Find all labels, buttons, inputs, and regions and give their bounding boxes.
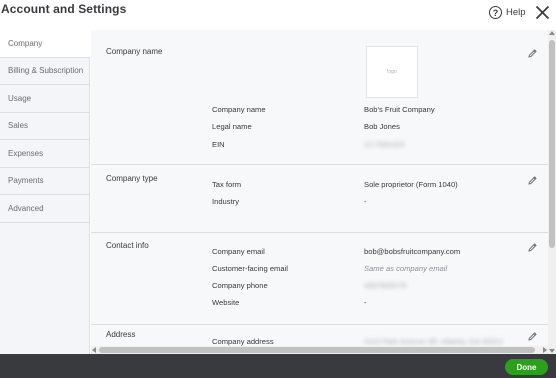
done-button[interactable]: Done — [505, 359, 548, 375]
website-label: Website — [212, 298, 240, 307]
help-icon: ? — [489, 6, 502, 19]
legal-name-value: Bob Jones — [364, 122, 400, 131]
company-email-value: bob@bobsfruitcompany.com — [364, 247, 461, 256]
help-button[interactable]: ? Help — [489, 6, 526, 19]
section-title: Company type — [106, 174, 158, 183]
sidebar: Company Billing & Subscription Usage Sal… — [0, 30, 90, 354]
sidebar-item-advanced[interactable]: Advanced — [0, 195, 89, 223]
vertical-scroll-thumb[interactable] — [549, 40, 555, 248]
sidebar-item-billing-subscription[interactable]: Billing & Subscription — [0, 58, 89, 85]
company-address-label: Company address — [212, 337, 274, 346]
company-address-value: 4110 Park Avenue SE, Atlanta, GA 30312 — [364, 337, 504, 346]
address-section[interactable]: Address Company address 4110 Park Avenue… — [91, 325, 548, 346]
tax-form-value: Sole proprietor (Form 1040) — [364, 180, 458, 189]
company-name-section[interactable]: Company name logo Company name Bob's Fru… — [91, 30, 548, 165]
website-value: - — [364, 298, 367, 307]
header: Account and Settings ? Help — [0, 0, 556, 30]
footer-bar: Done — [0, 354, 556, 378]
legal-name-label: Legal name — [212, 122, 252, 131]
sidebar-item-company[interactable]: Company — [0, 30, 90, 58]
close-icon[interactable] — [535, 5, 550, 20]
vertical-scrollbar[interactable] — [548, 30, 556, 354]
edit-pencil-icon[interactable] — [527, 175, 538, 186]
sidebar-item-payments[interactable]: Payments — [0, 168, 89, 195]
sidebar-item-expenses[interactable]: Expenses — [0, 140, 89, 168]
horizontal-scrollbar[interactable] — [91, 346, 548, 354]
logo-placeholder-text: logo — [387, 69, 397, 75]
section-title: Contact info — [106, 241, 149, 250]
sidebar-item-usage[interactable]: Usage — [0, 85, 89, 113]
horizontal-scroll-thumb[interactable] — [99, 347, 535, 353]
sidebar-item-sales[interactable]: Sales — [0, 113, 89, 140]
scroll-left-arrow-icon[interactable] — [92, 347, 96, 353]
help-label: Help — [506, 7, 526, 18]
company-logo-placeholder[interactable]: logo — [366, 46, 418, 98]
company-type-section[interactable]: Company type Tax form Sole proprietor (F… — [91, 165, 548, 233]
company-phone-label: Company phone — [212, 281, 268, 290]
company-email-label: Company email — [212, 247, 265, 256]
edit-pencil-icon[interactable] — [527, 48, 538, 59]
ein-value: 12-7581424 — [364, 140, 405, 149]
company-phone-value: 4567845279 — [364, 281, 407, 290]
section-title: Address — [106, 330, 136, 339]
company-name-value: Bob's Fruit Company — [364, 105, 435, 114]
tax-form-label: Tax form — [212, 180, 242, 189]
scroll-right-arrow-icon[interactable] — [543, 347, 547, 353]
company-name-label: Company name — [212, 105, 266, 114]
edit-pencil-icon[interactable] — [527, 242, 538, 253]
contact-info-section[interactable]: Contact info Company email bob@bobsfruit… — [91, 233, 548, 325]
edit-pencil-icon[interactable] — [527, 331, 538, 342]
ein-label: EIN — [212, 140, 225, 149]
industry-value: - — [364, 197, 367, 206]
customer-facing-email-value: Same as company email — [364, 264, 448, 273]
section-title: Company name — [106, 47, 163, 56]
page-title: Account and Settings — [1, 2, 127, 16]
settings-panel: Company name logo Company name Bob's Fru… — [91, 30, 548, 346]
customer-facing-email-label: Customer-facing email — [212, 264, 288, 273]
industry-label: Industry — [212, 197, 240, 206]
scroll-up-arrow-icon[interactable] — [549, 31, 555, 35]
scroll-down-arrow-icon[interactable] — [549, 349, 555, 353]
